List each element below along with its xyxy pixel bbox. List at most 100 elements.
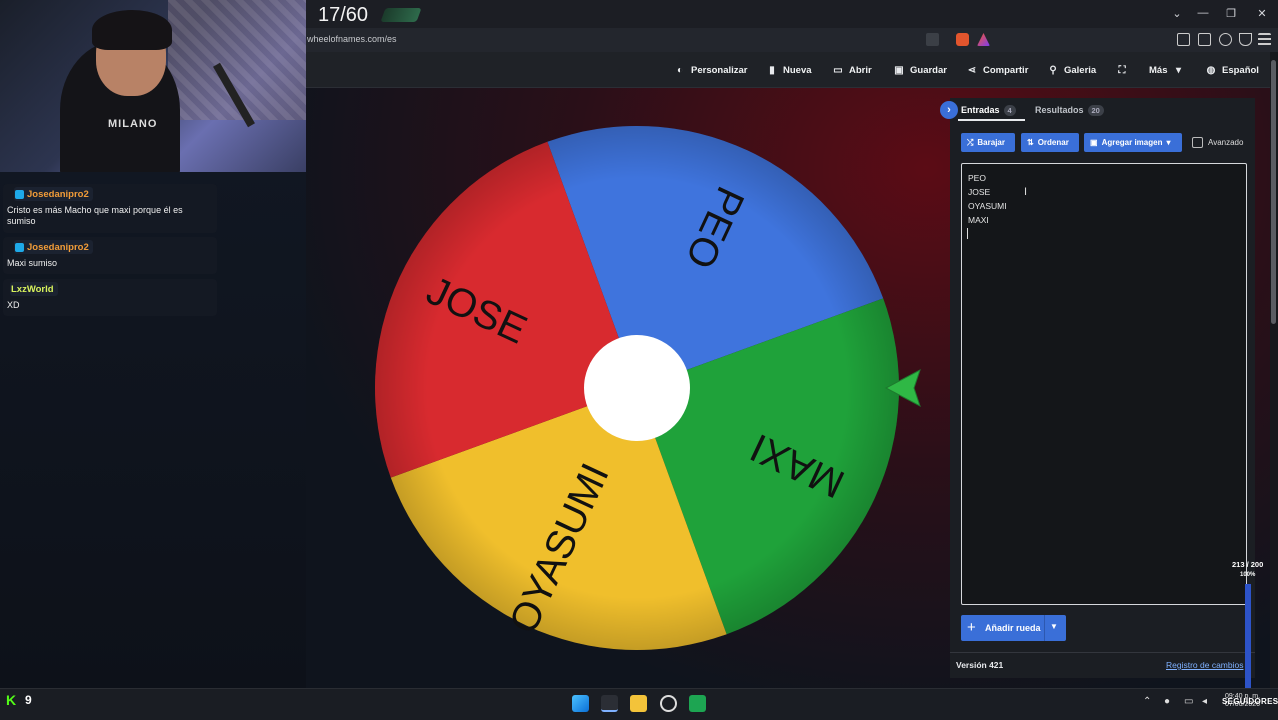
plus-icon: + — [967, 619, 976, 636]
nav-fullscreen[interactable]: ⛶ — [1116, 64, 1128, 77]
network-icon[interactable]: ▭ — [1184, 696, 1193, 707]
nav-label: Galeria — [1064, 65, 1097, 76]
entry-line: JOSE — [968, 187, 991, 197]
tab-resultados[interactable]: Resultados 20 — [1035, 103, 1104, 117]
followers-goal-bar — [1245, 584, 1251, 688]
vpn-shield-icon[interactable] — [1239, 33, 1252, 46]
version-label: Versión 421 — [956, 660, 1004, 670]
advanced-checkbox[interactable] — [1192, 137, 1203, 148]
stream-counter: 17/60 — [318, 4, 369, 26]
add-wheel-button[interactable]: + Añadir rueda ▼ — [961, 615, 1066, 641]
chevron-down-icon: ▾ — [1166, 138, 1171, 147]
nav-language[interactable]: ◍ Español — [1205, 64, 1259, 77]
volume-icon[interactable]: ◂ — [1202, 696, 1207, 707]
page-scrollbar-thumb[interactable] — [1271, 60, 1276, 324]
nav-compartir[interactable]: ⋖ Compartir — [966, 64, 1029, 77]
tab-search-icon[interactable]: ⌄ — [1170, 7, 1184, 20]
brave-browser-icon[interactable] — [601, 695, 618, 712]
maximize-icon[interactable]: ❐ — [1224, 7, 1238, 20]
nav-label: Español — [1222, 65, 1259, 76]
nav-label: Nueva — [783, 65, 812, 76]
close-window-icon[interactable]: ✕ — [1255, 7, 1269, 20]
followers-goal-percent: 100% — [1240, 572, 1256, 578]
user-badge-icon — [15, 189, 24, 199]
leo-ai-icon[interactable] — [1219, 33, 1232, 46]
chat-message: Cristo es más Macho que maxi porque él e… — [7, 205, 183, 226]
counter-badge-icon — [380, 8, 422, 22]
shuffle-button[interactable]: ⤮ Barajar — [961, 133, 1015, 152]
followers-label: SEGUIDORES — [1222, 697, 1278, 706]
wheel-center-hub[interactable] — [584, 335, 690, 441]
split-divider — [1044, 615, 1045, 641]
chat-username: Josedanipro2 — [14, 240, 93, 254]
tray-chevron-icon[interactable]: ⌃ — [1143, 696, 1151, 707]
nav-abrir[interactable]: ▭ Abrir — [832, 64, 871, 77]
chat-username: LxzWorld — [10, 282, 58, 296]
nav-label: Guardar — [910, 65, 947, 76]
sheets-app-icon[interactable] — [689, 695, 706, 712]
nav-galeria[interactable]: ⚲ Galeria — [1047, 64, 1096, 77]
file-explorer-icon[interactable] — [630, 695, 647, 712]
hide-panel-chevron-icon[interactable]: › — [940, 101, 958, 119]
menu-icon[interactable] — [1258, 33, 1271, 46]
sidebar-toggle-icon[interactable] — [1177, 33, 1190, 46]
nav-guardar[interactable]: ▣ Guardar — [893, 64, 947, 77]
sort-button[interactable]: ⇅ Ordenar — [1021, 133, 1079, 152]
username-text: Josedanipro2 — [27, 241, 89, 253]
fullscreen-icon: ⛶ — [1118, 65, 1126, 76]
sort-icon: ⇅ — [1027, 138, 1034, 147]
add-image-label: Agregar imagen — [1101, 138, 1163, 147]
address-url[interactable]: wheelofnames.com/es — [307, 34, 397, 44]
kick-viewer-count: 9 — [25, 693, 32, 707]
sort-label: Ordenar — [1037, 138, 1069, 147]
shirt-logo: MILANO — [108, 118, 158, 130]
entry-line: MAXI — [968, 215, 989, 225]
microphone-icon[interactable]: ● — [1164, 696, 1170, 707]
chat-message: XD — [7, 300, 20, 310]
wheel-pointer — [884, 368, 921, 408]
tab-label: Entradas — [961, 105, 1000, 115]
palette-icon: ◐ — [676, 65, 684, 76]
screen: { "browser": { "url": "wheelofnames.com/… — [0, 0, 1278, 720]
brave-shield-icon[interactable] — [956, 33, 969, 46]
tab-entradas[interactable]: Entradas 4 — [961, 103, 1016, 117]
folder-open-icon: ▭ — [833, 65, 843, 76]
user-badge-icon — [15, 242, 24, 252]
nav-mas[interactable]: Más ▾ — [1149, 64, 1184, 77]
changelog-link[interactable]: Registro de cambios — [1166, 660, 1243, 670]
obs-icon[interactable] — [660, 695, 677, 712]
chevron-down-icon[interactable]: ▼ — [1050, 622, 1058, 631]
windows-start-icon[interactable] — [572, 695, 589, 712]
username-text: Josedanipro2 — [27, 188, 89, 200]
wheel-svg[interactable]: PEOMAXIOYASUMIJOSE — [373, 124, 901, 652]
nav-personalizar[interactable]: ◐ Personalizar — [674, 64, 748, 77]
save-icon: ▣ — [894, 65, 904, 76]
add-image-button[interactable]: ▣ Agregar imagen ▾ — [1084, 133, 1182, 152]
entries-textarea[interactable] — [961, 163, 1247, 605]
translate-icon[interactable] — [926, 33, 939, 46]
tab-count-badge: 4 — [1003, 104, 1016, 116]
streamer-hair — [92, 10, 172, 50]
new-file-icon: ▮ — [769, 65, 775, 76]
active-tab-indicator — [958, 119, 1025, 121]
chat-message: Maxi sumiso — [7, 258, 58, 268]
webcam-feed: MILANO — [0, 0, 306, 172]
shuffle-label: Barajar — [977, 138, 1005, 147]
text-caret — [967, 228, 968, 239]
advanced-label: Avanzado — [1208, 138, 1244, 147]
username-text: LxzWorld — [11, 283, 54, 295]
nav-label: Más — [1149, 65, 1168, 76]
minimize-icon[interactable]: — — [1196, 7, 1210, 19]
wheel[interactable]: PEOMAXIOYASUMIJOSE — [373, 124, 901, 652]
nav-nueva[interactable]: ▮ Nueva — [766, 64, 812, 77]
share-icon: ⋖ — [967, 65, 977, 76]
panel-divider — [950, 652, 1255, 653]
tab-count-badge: 20 — [1087, 104, 1104, 116]
ibeam-cursor-icon: I — [1024, 186, 1028, 198]
kick-logo-icon: K — [6, 692, 17, 708]
wallet-icon[interactable] — [1198, 33, 1211, 46]
entry-line: PEO — [968, 173, 986, 183]
chat-username: Josedanipro2 — [14, 187, 93, 201]
search-icon: ⚲ — [1049, 65, 1057, 76]
image-icon: ▣ — [1090, 138, 1098, 147]
